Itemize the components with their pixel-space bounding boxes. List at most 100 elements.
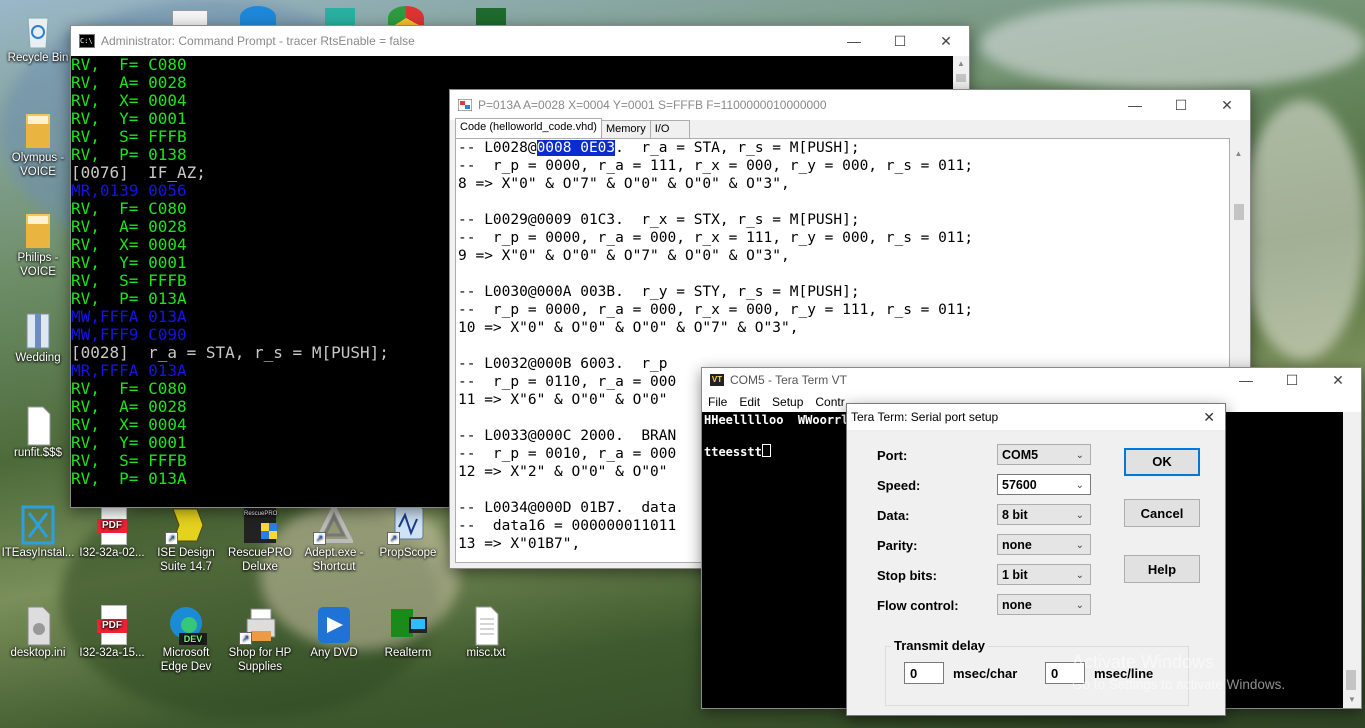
maximize-button[interactable]: ☐: [877, 26, 923, 56]
code-line: -- r_p = 0000, r_a = 000, r_x = 111, r_y…: [458, 230, 974, 246]
tracer-tabs: Code (helloworld_code.vhd) Memory I/O: [450, 118, 690, 138]
desktop-icon-recycle-bin[interactable]: Recycle Bin: [0, 10, 76, 65]
selected-text[interactable]: 0008 0E03: [536, 140, 616, 156]
maximize-button[interactable]: ☐: [1158, 90, 1204, 120]
tab-memory[interactable]: Memory: [600, 120, 651, 138]
desktop-icon-label: ITEasyInstal...: [1, 547, 75, 559]
code-line: -- L0030@000A 003B. r_y = STY, r_s = M[P…: [458, 284, 860, 300]
desktop-icon-label: PropScope: [379, 547, 437, 559]
desktop-icon-pdf-15[interactable]: PDF I32-32a-15...: [74, 605, 150, 660]
transmit-delay-label: Transmit delay: [891, 638, 989, 653]
desktop-icon-propscope[interactable]: ↗ PropScope: [370, 505, 446, 560]
tab-code[interactable]: Code (helloworld_code.vhd): [455, 118, 602, 138]
desktop-icon-philips-voice[interactable]: Philips - VOICE: [0, 210, 76, 279]
archive-icon: [19, 310, 57, 349]
parity-value: none: [1002, 538, 1032, 552]
close-button[interactable]: ✕: [1315, 368, 1361, 392]
desktop-icon-olympus-voice[interactable]: Olympus - VOICE: [0, 110, 76, 179]
ise-icon: ↗: [165, 505, 205, 545]
scroll-up-icon[interactable]: ▲: [1231, 146, 1246, 162]
menu-control[interactable]: Contr: [809, 392, 850, 412]
desktop-icon-hp-supplies[interactable]: ↗ Shop for HP Supplies: [222, 605, 298, 674]
dialog-titlebar[interactable]: Tera Term: Serial port setup ✕: [847, 404, 1225, 430]
wallpaper-patch: [1240, 100, 1365, 360]
parity-select[interactable]: none ⌄: [997, 534, 1091, 555]
pdf-badge: PDF: [97, 619, 127, 633]
data-bits-select[interactable]: 8 bit ⌄: [997, 504, 1091, 525]
close-icon[interactable]: ✕: [1203, 404, 1215, 430]
any-dvd-icon: [315, 605, 353, 643]
desktop-icon-label: Any DVD: [310, 647, 358, 659]
desktop-icon-edge-dev[interactable]: DEV Microsoft Edge Dev: [148, 605, 224, 674]
desktop-icon-rescuepro[interactable]: RescuePRO RescuePRO Deluxe: [222, 505, 298, 574]
desktop-icon-desktop-ini[interactable]: desktop.ini: [0, 605, 76, 660]
teraterm-titlebar[interactable]: VT COM5 - Tera Term VT — ☐ ✕: [702, 368, 1361, 392]
help-button[interactable]: Help: [1124, 555, 1200, 583]
scroll-thumb[interactable]: [1234, 204, 1244, 220]
cmd-app-icon: C:\: [79, 34, 95, 48]
desktop-icon-iteasyinstall[interactable]: ITEasyInstal...: [0, 505, 76, 560]
stop-bits-label: Stop bits:: [877, 568, 937, 583]
desktop-icon-label: runfit.$$$: [14, 447, 62, 459]
menu-file[interactable]: File: [702, 392, 733, 412]
menu-setup[interactable]: Setup: [766, 392, 809, 412]
code-line: -- L0029@0009 01C3. r_x = STX, r_s = M[P…: [458, 212, 860, 228]
desktop-icon-runfit[interactable]: runfit.$$$: [0, 405, 76, 460]
close-button[interactable]: ✕: [923, 26, 969, 56]
menu-edit[interactable]: Edit: [733, 392, 766, 412]
cmd-titlebar[interactable]: C:\ Administrator: Command Prompt - trac…: [71, 26, 969, 56]
desktop-icon-misc-txt[interactable]: misc.txt: [448, 605, 524, 660]
tab-io[interactable]: I/O: [649, 120, 690, 138]
scroll-thumb[interactable]: [956, 74, 966, 82]
rescuepro-logo: RescuePRO: [244, 511, 278, 517]
code-line-prefix: -- L0028@: [458, 140, 537, 156]
adept-icon: ↗: [313, 502, 355, 545]
window-title: COM5 - Tera Term VT: [730, 373, 847, 387]
activate-windows-subtitle: Go to Settings to activate Windows.: [1072, 677, 1286, 692]
flow-control-select[interactable]: none ⌄: [997, 594, 1091, 615]
iteasy-icon: [19, 505, 57, 545]
scroll-down-icon[interactable]: ▼: [1343, 692, 1361, 708]
pdf-badge: PDF: [97, 519, 127, 533]
terminal-scrollbar[interactable]: ▼: [1343, 412, 1361, 708]
desktop-icon-any-dvd[interactable]: Any DVD: [296, 605, 372, 660]
code-line-suffix: . r_a = STA, r_s = M[PUSH];: [615, 140, 860, 156]
minimize-button[interactable]: —: [1112, 90, 1158, 120]
terminal-line-text: tteesstt: [704, 445, 762, 459]
maximize-button[interactable]: ☐: [1269, 368, 1315, 392]
code-line: 10 => X"0" & O"0" & O"0" & O"7" & O"3",: [458, 320, 799, 336]
wallpaper-patch: [980, 0, 1365, 90]
recycle-bin-icon: [19, 10, 57, 49]
speed-select[interactable]: 57600 ⌄: [997, 474, 1091, 495]
desktop-icon-label: Realterm: [384, 647, 432, 659]
dialog-title: Tera Term: Serial port setup: [851, 410, 999, 424]
desktop-icon-label: I32-32a-02...: [79, 547, 145, 559]
shortcut-arrow-icon: ↗: [165, 532, 178, 545]
chevron-down-icon: ⌄: [1075, 540, 1084, 551]
ok-button[interactable]: OK: [1124, 448, 1200, 476]
minimize-button[interactable]: —: [831, 26, 877, 56]
desktop-icon-label: Shop for HP Supplies: [228, 647, 292, 673]
desktop-icon-label: Adept.exe - Shortcut: [304, 547, 364, 573]
desktop-icon-pdf-02[interactable]: PDF I32-32a-02...: [74, 505, 150, 560]
text-file-icon: [467, 605, 505, 646]
window-title: P=013A A=0028 X=0004 Y=0001 S=FFFB F=110…: [478, 98, 827, 112]
tracer-titlebar[interactable]: P=013A A=0028 X=0004 Y=0001 S=FFFB F=110…: [450, 90, 1250, 120]
desktop-icon-realterm[interactable]: Realterm: [370, 605, 446, 660]
chevron-down-icon: ⌄: [1075, 450, 1084, 461]
desktop-icon-wedding[interactable]: Wedding: [0, 310, 76, 365]
shortcut-arrow-icon: ↗: [387, 532, 400, 545]
stop-bits-select[interactable]: 1 bit ⌄: [997, 564, 1091, 585]
port-select[interactable]: COM5 ⌄: [997, 444, 1091, 465]
data-label: Data:: [877, 508, 910, 523]
minimize-button[interactable]: —: [1223, 368, 1269, 392]
close-button[interactable]: ✕: [1204, 90, 1250, 120]
scroll-up-icon[interactable]: ▲: [953, 56, 969, 72]
desktop-icon-adept[interactable]: ↗ Adept.exe - Shortcut: [296, 502, 372, 574]
cancel-button[interactable]: Cancel: [1124, 499, 1200, 527]
desktop-icon-ise-design-suite[interactable]: ↗ ISE Design Suite 14.7: [148, 505, 224, 574]
scroll-thumb[interactable]: [1346, 670, 1356, 690]
msec-char-input[interactable]: 0: [904, 662, 944, 684]
chevron-down-icon: ⌄: [1075, 510, 1084, 521]
